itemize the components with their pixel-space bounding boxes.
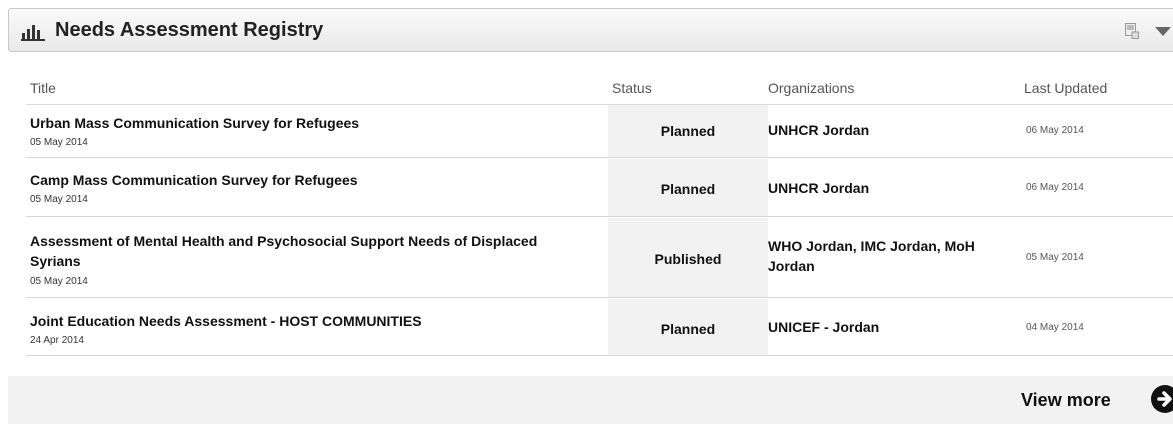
row-title-link[interactable]: Urban Mass Communication Survey for Refu…	[30, 113, 590, 133]
table-row[interactable]: Camp Mass Communication Survey for Refug…	[26, 159, 1173, 217]
col-header-title[interactable]: Title	[30, 80, 56, 96]
row-organizations: WHO Jordan, IMC Jordan, MoH Jordan	[768, 238, 975, 274]
col-header-last-updated[interactable]: Last Updated	[1024, 80, 1107, 96]
col-header-organizations[interactable]: Organizations	[768, 80, 854, 96]
row-status: Planned	[660, 181, 716, 197]
row-last-updated: 04 May 2014	[1026, 322, 1084, 333]
caret-down-icon[interactable]	[1155, 27, 1171, 36]
row-last-updated: 05 May 2014	[1026, 252, 1084, 263]
export-icon[interactable]	[1125, 23, 1139, 39]
row-title-link[interactable]: Joint Education Needs Assessment - HOST …	[30, 311, 590, 331]
row-last-updated: 06 May 2014	[1026, 182, 1084, 193]
row-date: 05 May 2014	[30, 276, 88, 287]
row-date: 05 May 2014	[30, 194, 88, 205]
row-organizations: UNHCR Jordan	[768, 122, 870, 138]
bar-chart-icon	[21, 25, 45, 41]
arrow-right-circle-icon[interactable]	[1150, 384, 1173, 414]
row-status: Published	[654, 251, 722, 267]
widget-header: Needs Assessment Registry	[8, 8, 1173, 52]
row-date: 24 Apr 2014	[30, 335, 84, 346]
view-more-link[interactable]: View more	[1021, 390, 1111, 411]
row-organizations: UNICEF - Jordan	[768, 319, 880, 335]
row-date: 05 May 2014	[30, 137, 88, 148]
table-row[interactable]: Urban Mass Communication Survey for Refu…	[26, 105, 1173, 158]
table-row[interactable]: Joint Education Needs Assessment - HOST …	[26, 299, 1173, 356]
row-organizations: UNHCR Jordan	[768, 180, 870, 196]
widget-footer	[8, 376, 1173, 424]
row-status: Planned	[660, 123, 716, 139]
widget-title: Needs Assessment Registry	[55, 19, 324, 41]
row-status: Planned	[660, 321, 716, 337]
row-title-link[interactable]: Camp Mass Communication Survey for Refug…	[30, 170, 590, 190]
row-last-updated: 06 May 2014	[1026, 125, 1084, 136]
col-header-status[interactable]: Status	[612, 80, 652, 96]
table-row[interactable]: Assessment of Mental Health and Psychoso…	[26, 218, 1173, 298]
row-title-link[interactable]: Assessment of Mental Health and Psychoso…	[30, 231, 590, 271]
